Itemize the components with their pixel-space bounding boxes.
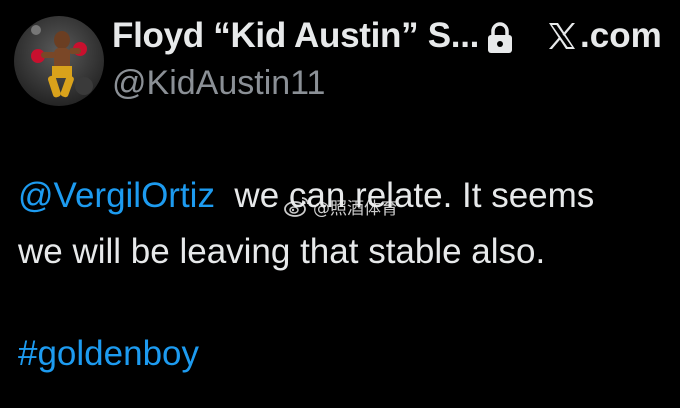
mention-link[interactable]: @VergilOrtiz (18, 176, 215, 215)
author-handle[interactable]: @KidAustin11 (112, 64, 325, 103)
boxer-avatar-icon (14, 16, 104, 106)
lock-icon (488, 22, 512, 53)
weibo-icon (284, 197, 309, 217)
hashtag-link[interactable]: #goldenboy (18, 330, 199, 378)
tweet-text: @VergilOrtiz we can relate. It seems we … (18, 168, 668, 280)
watermark: @照酒体育 (284, 194, 398, 219)
tweet-line-2: we will be leaving that stable also. (18, 232, 546, 271)
x-logo-icon (549, 23, 575, 49)
platform-label: .com (580, 16, 662, 55)
watermark-text: @照酒体育 (313, 198, 398, 219)
author-display-name[interactable]: Floyd “Kid Austin” S... (112, 16, 479, 56)
author-avatar[interactable] (14, 16, 104, 106)
